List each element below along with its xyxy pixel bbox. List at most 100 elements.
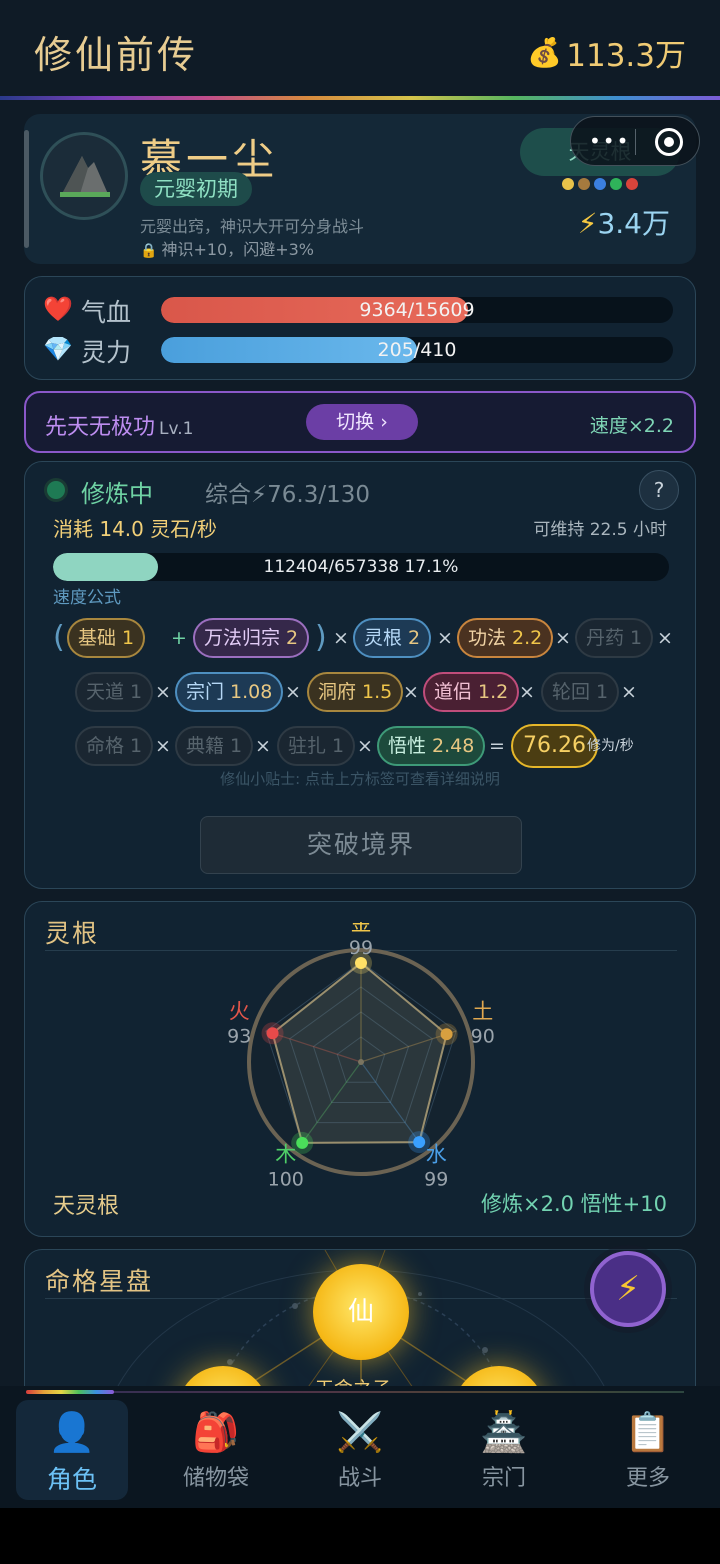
formula-chip-mingge[interactable]: 命格 1 [75,726,154,766]
realm-bonus: 🔒 神识+10，闪避+3% [140,236,314,260]
root-color-dot [610,178,622,190]
formula-chip-linggen[interactable]: 灵根 2 [353,618,432,658]
hp-text: 9364/15609 [359,299,475,321]
formula-chip-zhuzha[interactable]: 驻扎 1 [277,726,356,766]
character-avatar[interactable] [40,132,128,220]
mountain-icon [60,156,110,197]
technique-title: 先天无极功 [45,415,156,440]
technique-name: 先天无极功 Lv.1 [45,409,193,441]
radar-element-name: 金 [351,922,372,935]
help-button[interactable]: ? [639,470,679,510]
radar-element-value: 93 [227,1025,251,1047]
technique-speed: 速度×2.2 [589,415,674,437]
formula-chip-dianji[interactable]: 典籍 1 [175,726,254,766]
nav-item-pagoda[interactable]: 🏯 宗门 [448,1400,560,1500]
more-dots-icon[interactable]: ••• [589,129,630,153]
times-operator: × [519,681,535,703]
speed-unit: 修为/秒 [587,738,634,754]
spirit-root-type: 天灵根 [53,1194,120,1219]
times-operator: × [437,627,453,649]
root-color-dot [594,178,606,190]
overall-score: 综合⚡76.3/130 [205,482,371,508]
root-color-dot [626,178,638,190]
bottom-navigation: 👤 角色 🎒 储物袋 ⚔️ 战斗 🏯 宗门 📋 更多 [0,1386,720,1508]
quick-action-lightning-button[interactable]: ⚡ [590,1251,666,1327]
person-icon: 👤 [48,1410,96,1454]
close-target-icon[interactable] [655,128,683,156]
times-operator: × [555,627,571,649]
formula-chip-wanfa[interactable]: 万法归宗 2 [193,618,310,658]
cultivation-panel: 修炼中 综合⚡76.3/130 ? 消耗 14.0 灵石/秒 可维持 22.5 … [24,461,696,889]
times-operator: × [155,735,171,757]
times-operator: × [255,735,271,757]
radar-element-value: 90 [471,1025,495,1047]
breakthrough-button[interactable]: 突破境界 [200,816,522,874]
pagoda-icon: 🏯 [480,1410,528,1454]
realm-description: 元婴出窍，神识大开可分身战斗 [140,217,365,236]
radar-element-name: 火 [229,999,250,1023]
root-color-dot [562,178,574,190]
fate-node-immortal[interactable]: 仙 [313,1264,409,1360]
miniprogram-capsule[interactable]: ••• [570,116,700,166]
header-divider [0,96,720,100]
formula-chip-dongfu[interactable]: 洞府 1.5 [307,672,404,712]
realm-bonus-text: 神识+10，闪避+3% [161,240,314,259]
app-title: 修仙前传 [34,33,199,77]
nav-item-clipboard[interactable]: 📋 更多 [592,1400,704,1500]
nav-label: 储物袋 [182,1466,249,1491]
formula-chip-base[interactable]: 基础 1 [67,618,146,658]
close-paren: ) [315,620,327,655]
nav-item-crossed-swords[interactable]: ⚔️ 战斗 [304,1400,416,1500]
equals-operator: = [489,735,505,757]
diamond-icon: 💎 [43,335,73,363]
game-screen: 修仙前传 💰 113.3万 慕一尘 元婴初期 元婴出窍，神识大开可分身战斗 🔒 神… [0,0,720,1508]
spirit-stone-consumption: 消耗 14.0 灵石/秒 [53,517,217,541]
radar-center [358,1059,364,1065]
radar-element-value: 99 [424,1169,448,1191]
formula-chip-daolv[interactable]: 道侣 1.2 [423,672,520,712]
times-operator: × [621,681,637,703]
capsule-divider [635,129,636,155]
spirit-root-bonus: 修炼×2.0 悟性+10 [481,1192,667,1216]
formula-chip-lunhui[interactable]: 轮回 1 [541,672,620,712]
nav-label: 角色 [46,1465,97,1494]
radar-point[interactable] [440,1028,453,1041]
fate-title: 命格星盘 [45,1267,154,1296]
nav-label: 更多 [625,1466,670,1491]
formula-chip-zongmen[interactable]: 宗门 1.08 [175,672,284,712]
spirit-root-radar-chart[interactable]: 金99土90水99木100火93 [221,922,501,1192]
lightning-icon: ⚡ [577,207,598,240]
hp-label: 气血 [81,298,132,327]
formula-chip-tiandao[interactable]: 天道 1 [75,672,154,712]
mp-bar: 205/410 [161,337,673,363]
combat-power: ⚡3.4万 [578,202,670,242]
formula-chip-gongfa[interactable]: 功法 2.2 [457,618,554,658]
radar-element-value: 100 [268,1169,304,1191]
cultivation-progress-bar: 112404/657338 17.1% [53,553,669,581]
radar-point[interactable] [413,1136,426,1149]
radar-point[interactable] [296,1136,309,1149]
technique-level: Lv.1 [159,419,194,439]
cultivation-progress-text: 112404/657338 17.1% [263,557,459,577]
nav-item-backpack[interactable]: 🎒 储物袋 [160,1400,272,1500]
radar-element-name: 水 [426,1143,447,1167]
clipboard-icon: 📋 [624,1410,672,1454]
switch-technique-button[interactable]: 切换 › [306,404,418,440]
formula-chip-wuxing[interactable]: 悟性 2.48 [377,726,486,766]
crossed-swords-icon: ⚔️ [336,1410,384,1454]
radar-point[interactable] [266,1027,279,1040]
realm-badge: 元婴初期 [140,172,252,206]
stats-panel: ❤️ 气血 9364/15609 💎 灵力 205/410 [24,276,696,380]
formula-chip-danyao[interactable]: 丹药 1 [575,618,654,658]
times-operator: × [285,681,301,703]
nav-label: 宗门 [481,1466,526,1491]
plus-operator: + [171,627,187,649]
currency-display: 💰 113.3万 [527,30,686,75]
mp-text: 205/410 [377,339,457,361]
profile-accent-bar [24,130,29,248]
nav-item-person[interactable]: 👤 角色 [16,1400,128,1500]
lock-icon: 🔒 [140,243,158,259]
radar-element-value: 99 [349,937,373,959]
speed-result[interactable]: 76.26 [511,724,598,768]
radar-element-name: 木 [275,1143,296,1167]
